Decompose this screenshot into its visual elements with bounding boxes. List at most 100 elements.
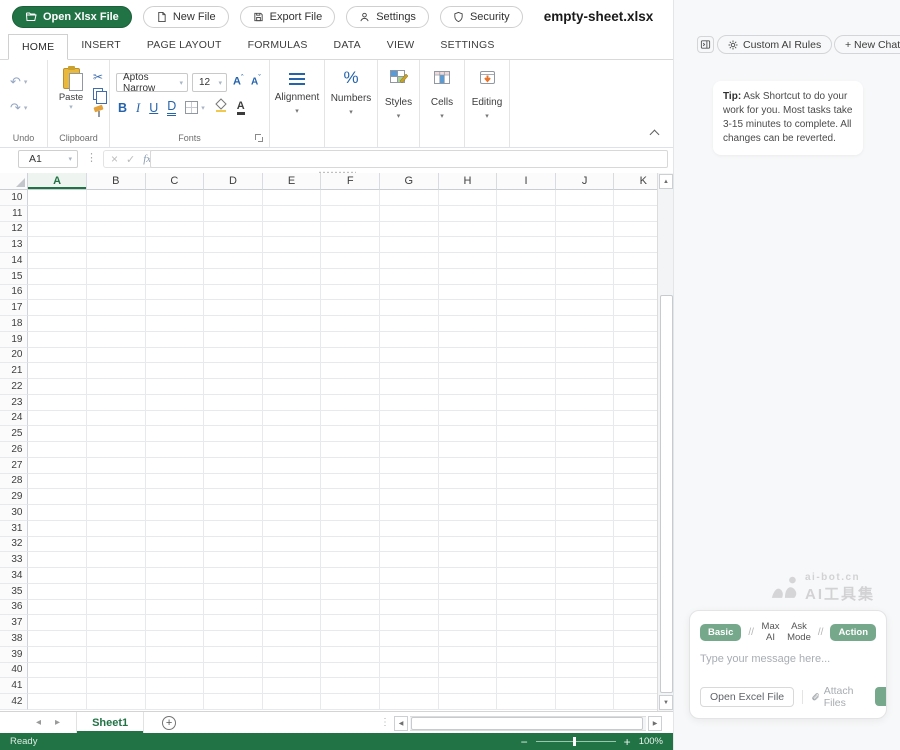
fill-color-button[interactable] xyxy=(214,98,228,117)
cell-E21[interactable] xyxy=(263,363,322,379)
cell-I11[interactable] xyxy=(497,206,556,222)
cell-G38[interactable] xyxy=(380,631,439,647)
column-header-E[interactable]: E xyxy=(263,173,322,190)
row-header-23[interactable]: 23 xyxy=(0,395,28,411)
cell-G36[interactable] xyxy=(380,600,439,616)
row-header-10[interactable]: 10 xyxy=(0,190,28,206)
cell-B19[interactable] xyxy=(87,332,146,348)
cell-I14[interactable] xyxy=(497,253,556,269)
cell-I37[interactable] xyxy=(497,615,556,631)
cell-I35[interactable] xyxy=(497,584,556,600)
cell-I40[interactable] xyxy=(497,663,556,679)
cell-D33[interactable] xyxy=(204,552,263,568)
row-header-12[interactable]: 12 xyxy=(0,222,28,238)
row-header-42[interactable]: 42 xyxy=(0,694,28,710)
horizontal-scrollbar[interactable]: ◀ ▶ xyxy=(394,716,662,731)
cell-J18[interactable] xyxy=(556,316,615,332)
cell-F38[interactable] xyxy=(321,631,380,647)
cell-A13[interactable] xyxy=(28,237,87,253)
row-header-22[interactable]: 22 xyxy=(0,379,28,395)
cell-D34[interactable] xyxy=(204,568,263,584)
cell-B33[interactable] xyxy=(87,552,146,568)
cell-B18[interactable] xyxy=(87,316,146,332)
cell-G22[interactable] xyxy=(380,379,439,395)
row-header-39[interactable]: 39 xyxy=(0,647,28,663)
cell-D14[interactable] xyxy=(204,253,263,269)
cell-D13[interactable] xyxy=(204,237,263,253)
cell-G24[interactable] xyxy=(380,411,439,427)
column-header-A[interactable]: A xyxy=(28,173,87,190)
font-name-select[interactable]: Aptos Narrow ▾ xyxy=(116,73,188,92)
column-header-I[interactable]: I xyxy=(497,173,556,190)
cell-F15[interactable] xyxy=(321,269,380,285)
cell-J17[interactable] xyxy=(556,300,615,316)
cell-F41[interactable] xyxy=(321,678,380,694)
cell-B23[interactable] xyxy=(87,395,146,411)
cell-F25[interactable] xyxy=(321,426,380,442)
row-header-31[interactable]: 31 xyxy=(0,521,28,537)
cell-H23[interactable] xyxy=(439,395,498,411)
row-header-41[interactable]: 41 xyxy=(0,678,28,694)
cell-H11[interactable] xyxy=(439,206,498,222)
cell-J22[interactable] xyxy=(556,379,615,395)
cell-F28[interactable] xyxy=(321,474,380,490)
cell-G12[interactable] xyxy=(380,222,439,238)
cell-I13[interactable] xyxy=(497,237,556,253)
cell-F31[interactable] xyxy=(321,521,380,537)
cell-H26[interactable] xyxy=(439,442,498,458)
redo-dropdown-icon[interactable]: ▾ xyxy=(24,104,28,112)
cell-E39[interactable] xyxy=(263,647,322,663)
row-header-20[interactable]: 20 xyxy=(0,348,28,364)
cell-E37[interactable] xyxy=(263,615,322,631)
fonts-dialog-launcher-icon[interactable] xyxy=(255,134,263,142)
cell-J36[interactable] xyxy=(556,600,615,616)
cell-G26[interactable] xyxy=(380,442,439,458)
cell-G19[interactable] xyxy=(380,332,439,348)
cell-H21[interactable] xyxy=(439,363,498,379)
cells-group-button[interactable]: Cells ▾ xyxy=(420,60,465,147)
cell-J37[interactable] xyxy=(556,615,615,631)
cell-I22[interactable] xyxy=(497,379,556,395)
row-header-29[interactable]: 29 xyxy=(0,489,28,505)
cell-A34[interactable] xyxy=(28,568,87,584)
undo-button[interactable]: ↶▾ xyxy=(10,74,27,90)
row-header-37[interactable]: 37 xyxy=(0,615,28,631)
cell-G21[interactable] xyxy=(380,363,439,379)
row-header-15[interactable]: 15 xyxy=(0,269,28,285)
cell-C25[interactable] xyxy=(146,426,205,442)
row-header-35[interactable]: 35 xyxy=(0,584,28,600)
undo-dropdown-icon[interactable]: ▾ xyxy=(24,78,28,86)
cell-J28[interactable] xyxy=(556,474,615,490)
cell-C37[interactable] xyxy=(146,615,205,631)
cell-A35[interactable] xyxy=(28,584,87,600)
cell-C41[interactable] xyxy=(146,678,205,694)
mode-action-pill[interactable]: Action xyxy=(830,624,876,641)
cell-B29[interactable] xyxy=(87,489,146,505)
cell-B21[interactable] xyxy=(87,363,146,379)
row-header-25[interactable]: 25 xyxy=(0,426,28,442)
cell-J11[interactable] xyxy=(556,206,615,222)
cell-H12[interactable] xyxy=(439,222,498,238)
row-header-32[interactable]: 32 xyxy=(0,537,28,553)
redo-button[interactable]: ↷▾ xyxy=(10,100,27,116)
cell-C22[interactable] xyxy=(146,379,205,395)
cell-H22[interactable] xyxy=(439,379,498,395)
cell-J14[interactable] xyxy=(556,253,615,269)
cell-J21[interactable] xyxy=(556,363,615,379)
cell-J13[interactable] xyxy=(556,237,615,253)
cell-C40[interactable] xyxy=(146,663,205,679)
cell-I17[interactable] xyxy=(497,300,556,316)
cell-H39[interactable] xyxy=(439,647,498,663)
cell-J34[interactable] xyxy=(556,568,615,584)
cell-H33[interactable] xyxy=(439,552,498,568)
cell-B42[interactable] xyxy=(87,694,146,710)
cell-E20[interactable] xyxy=(263,348,322,364)
cut-button[interactable]: ✂ xyxy=(90,68,106,86)
cell-C35[interactable] xyxy=(146,584,205,600)
cell-F30[interactable] xyxy=(321,505,380,521)
cell-G15[interactable] xyxy=(380,269,439,285)
scroll-right-button[interactable]: ▶ xyxy=(648,716,662,731)
cell-G11[interactable] xyxy=(380,206,439,222)
cell-I32[interactable] xyxy=(497,537,556,553)
cell-B39[interactable] xyxy=(87,647,146,663)
